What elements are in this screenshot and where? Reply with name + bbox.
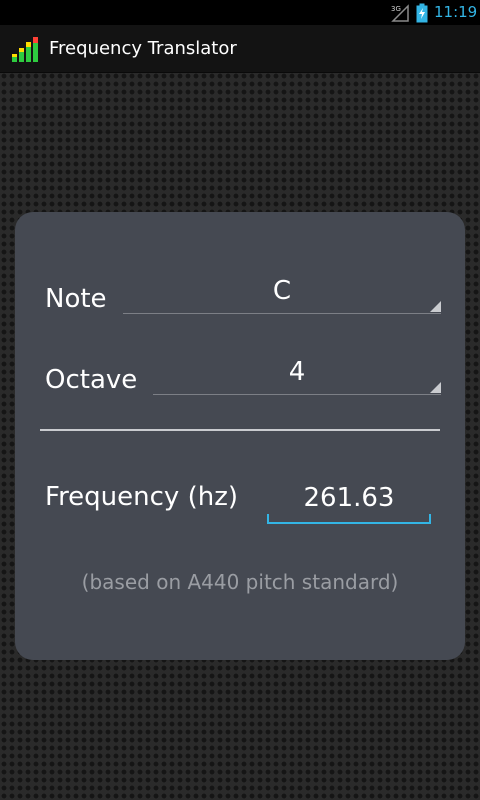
battery-icon (416, 3, 428, 23)
app-title: Frequency Translator (49, 38, 237, 59)
spinner-arrow-icon (430, 301, 441, 312)
frequency-input[interactable] (267, 474, 431, 524)
action-bar: Frequency Translator (0, 25, 480, 73)
spinner-arrow-icon (430, 382, 441, 393)
clock: 11:19 (434, 3, 478, 21)
translator-card: Note C Octave 4 Frequency (hz) (based on… (15, 212, 465, 660)
note-label: Note (45, 284, 107, 314)
app-icon[interactable] (11, 34, 43, 64)
pitch-standard-note: (based on A440 pitch standard) (81, 570, 399, 594)
note-spinner[interactable]: C (123, 270, 441, 314)
divider (40, 429, 440, 431)
status-bar: 3G 11:19 (0, 0, 480, 25)
note-value: C (272, 276, 292, 306)
signal-icon: 3G (391, 4, 409, 22)
network-type: 3G (391, 5, 401, 13)
octave-spinner[interactable]: 4 (153, 351, 441, 395)
octave-value: 4 (288, 357, 306, 387)
octave-label: Octave (45, 365, 138, 395)
frequency-label: Frequency (hz) (45, 482, 238, 512)
